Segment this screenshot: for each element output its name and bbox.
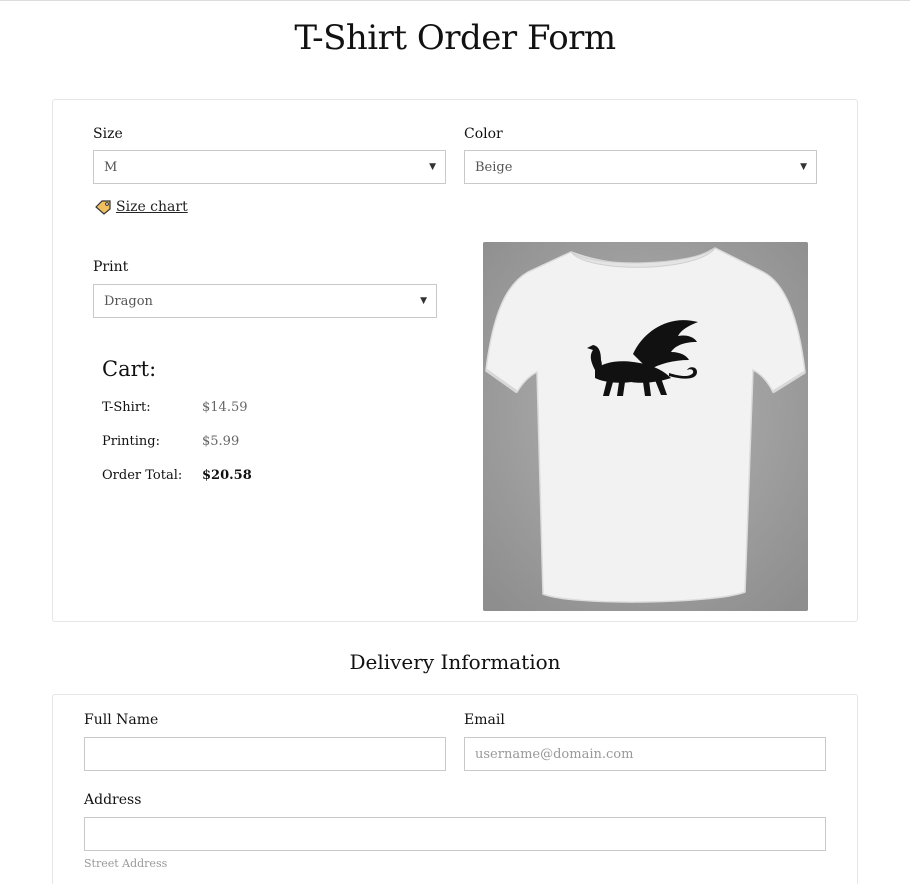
color-value: Beige: [475, 160, 513, 175]
cart-row-value: $5.99: [202, 434, 240, 449]
full-name-label: Full Name: [84, 712, 159, 728]
chevron-down-icon: ▼: [800, 162, 807, 172]
cart-row-value: $14.59: [202, 400, 248, 415]
print-label: Print: [93, 259, 129, 275]
address-label: Address: [84, 792, 142, 808]
cart-row-label: Printing:: [102, 434, 160, 449]
color-label: Color: [464, 126, 503, 142]
delivery-section-title: Delivery Information: [349, 650, 561, 674]
print-value: Dragon: [104, 294, 153, 309]
chevron-down-icon: ▼: [420, 296, 427, 306]
price-tag-icon: [94, 199, 112, 215]
page-title: T-Shirt Order Form: [294, 18, 616, 58]
email-input[interactable]: username@domain.com: [464, 737, 826, 771]
cart-title: Cart:: [102, 357, 157, 381]
chevron-down-icon: ▼: [429, 162, 436, 172]
order-total-value: $20.58: [202, 468, 252, 483]
street-address-sublabel: Street Address: [84, 857, 168, 870]
email-placeholder: username@domain.com: [475, 747, 634, 762]
size-chart-label: Size chart: [116, 199, 188, 215]
size-label: Size: [93, 126, 123, 142]
size-select[interactable]: M ▼: [93, 150, 446, 184]
color-select[interactable]: Beige ▼: [464, 150, 817, 184]
cart-row-label: T-Shirt:: [102, 400, 151, 415]
print-select[interactable]: Dragon ▼: [93, 284, 437, 318]
email-label: Email: [464, 712, 505, 728]
delivery-card: [52, 694, 858, 884]
size-value: M: [104, 160, 118, 175]
top-divider: [0, 0, 910, 1]
full-name-input[interactable]: [84, 737, 446, 771]
tshirt-preview-image: [483, 242, 808, 611]
street-address-input[interactable]: [84, 817, 826, 851]
size-chart-link[interactable]: Size chart: [94, 199, 188, 215]
cart-row-label: Order Total:: [102, 468, 183, 483]
